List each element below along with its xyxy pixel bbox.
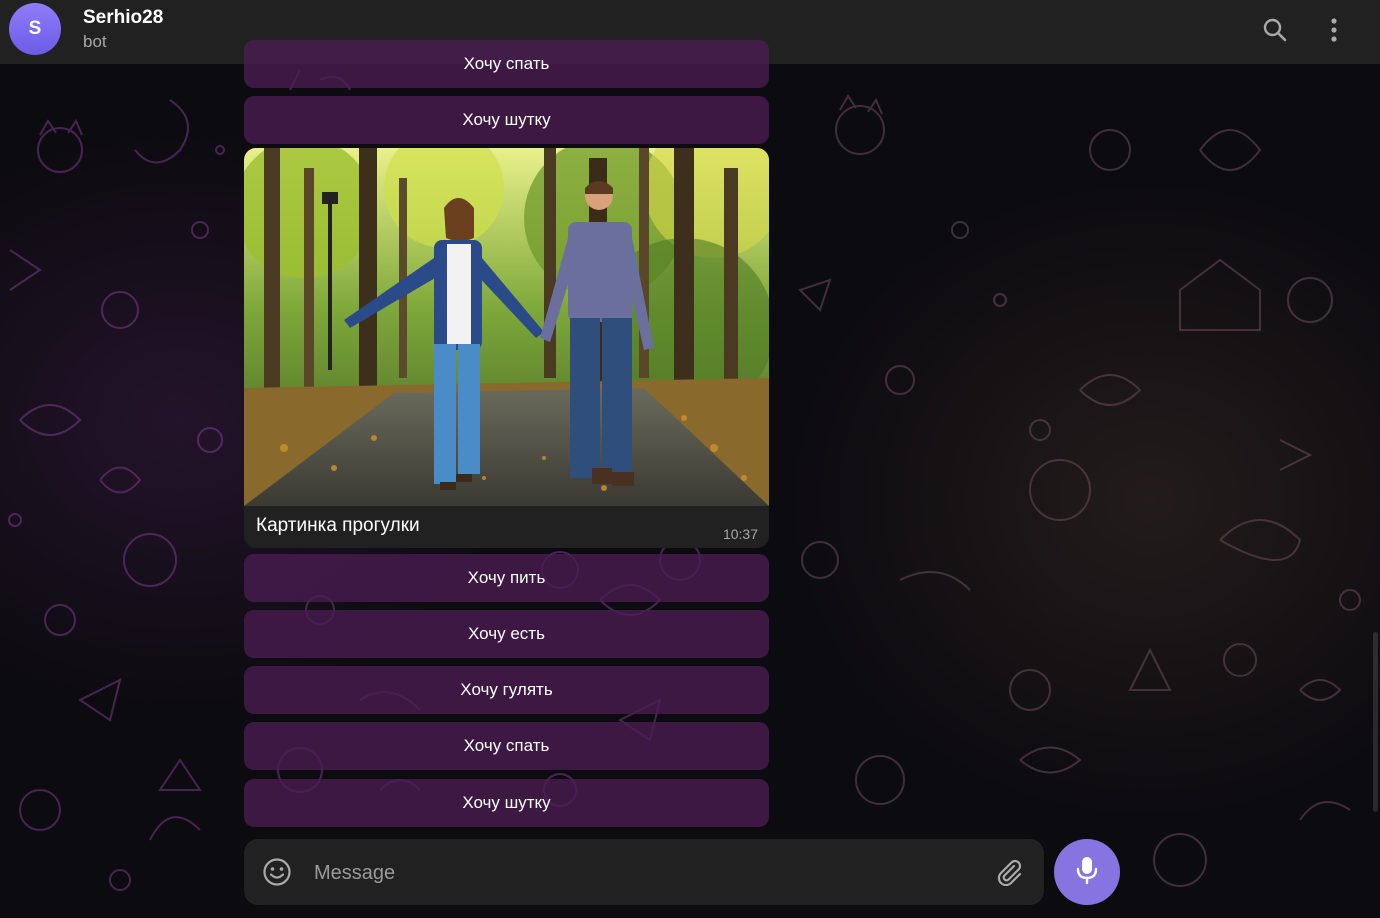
chat-title[interactable]: Serhio28 xyxy=(83,7,163,29)
microphone-button[interactable] xyxy=(1054,839,1120,905)
keyboard-button[interactable]: Хочу есть xyxy=(244,610,769,658)
keyboard-button[interactable]: Хочу спать xyxy=(244,722,769,770)
paperclip-icon[interactable] xyxy=(994,856,1026,888)
chat-subtitle: bot xyxy=(83,32,107,51)
message-input[interactable] xyxy=(312,853,976,893)
search-icon[interactable] xyxy=(1259,14,1291,46)
keyboard-button[interactable]: Хочу шутку xyxy=(244,96,769,144)
more-vertical-icon[interactable] xyxy=(1318,14,1350,46)
keyboard-button[interactable]: Хочу шутку xyxy=(244,779,769,827)
scrollbar[interactable] xyxy=(1373,632,1378,812)
photo-caption: Картинка прогулки xyxy=(256,515,420,536)
smile-icon[interactable] xyxy=(261,856,293,888)
keyboard-button[interactable]: Хочу пить xyxy=(244,554,769,602)
message-time: 10:37 xyxy=(722,526,758,542)
keyboard-button[interactable]: Хочу гулять xyxy=(244,666,769,714)
message-composer xyxy=(244,839,1044,905)
photo-message[interactable]: Картинка прогулки 10:37 xyxy=(244,148,769,548)
microphone-icon xyxy=(1074,855,1100,890)
keyboard-button[interactable]: Хочу спать xyxy=(244,40,769,88)
avatar[interactable]: S xyxy=(9,3,61,55)
photo-image[interactable] xyxy=(244,148,769,506)
